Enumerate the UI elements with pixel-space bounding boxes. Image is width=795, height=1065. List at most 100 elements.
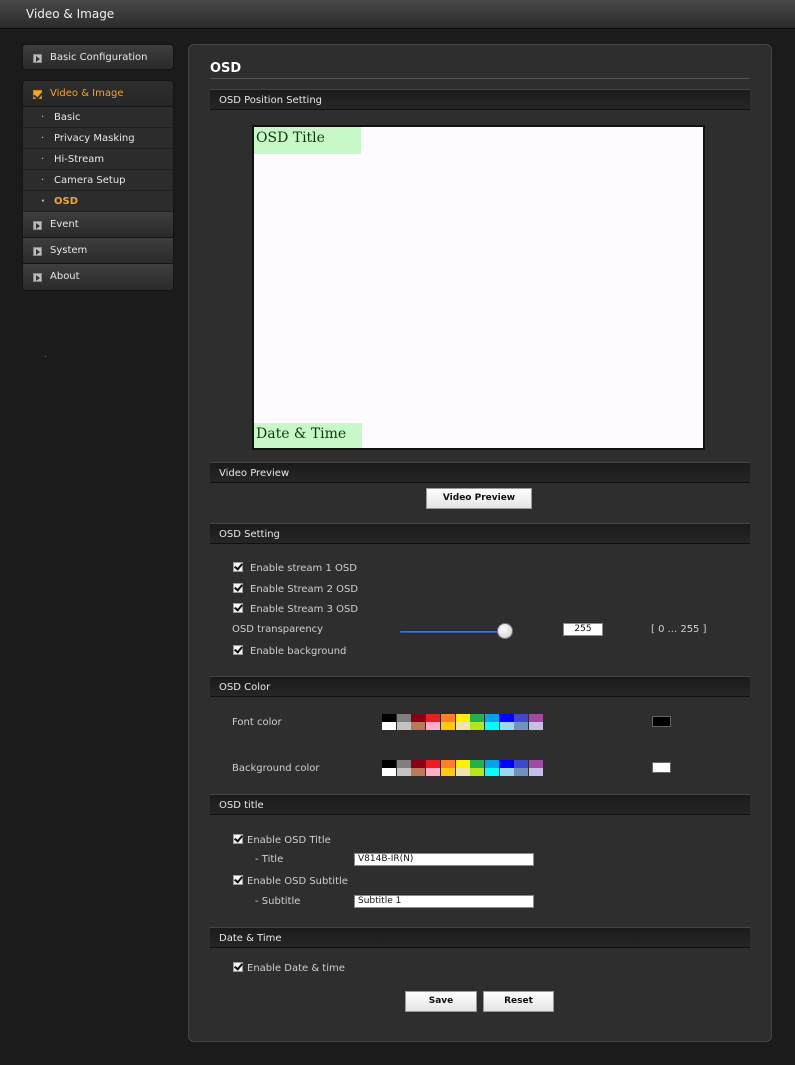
color-swatch[interactable] bbox=[499, 714, 514, 722]
nav-video-image[interactable]: Video & Image bbox=[23, 81, 173, 107]
color-swatch[interactable] bbox=[514, 714, 529, 722]
osd-preview-canvas[interactable]: OSD Title Date & Time bbox=[252, 125, 705, 450]
enable-stream3-checkbox[interactable] bbox=[233, 603, 243, 613]
color-swatch[interactable] bbox=[382, 760, 396, 768]
nav-label: Video & Image bbox=[50, 88, 124, 99]
expand-icon bbox=[33, 247, 42, 256]
color-swatch[interactable] bbox=[514, 760, 529, 768]
enable-date-time-checkbox[interactable] bbox=[233, 962, 243, 972]
color-swatch[interactable] bbox=[440, 768, 455, 776]
sub-item-privacy-masking[interactable]: Privacy Masking bbox=[23, 128, 173, 149]
nav-system[interactable]: System bbox=[23, 238, 173, 264]
color-swatch[interactable] bbox=[529, 760, 543, 768]
color-swatch[interactable] bbox=[484, 714, 499, 722]
color-swatch[interactable] bbox=[411, 714, 426, 722]
enable-osd-subtitle-label: Enable OSD Subtitle bbox=[247, 876, 348, 887]
section-osd-title: OSD title bbox=[210, 794, 750, 815]
page-title: OSD bbox=[210, 61, 242, 76]
transparency-value-input[interactable]: 255 bbox=[563, 623, 603, 636]
save-button[interactable]: Save bbox=[405, 991, 477, 1012]
color-swatch[interactable] bbox=[484, 722, 499, 730]
enable-osd-subtitle-checkbox[interactable] bbox=[233, 875, 243, 885]
color-swatch[interactable] bbox=[396, 768, 411, 776]
color-swatch[interactable] bbox=[499, 722, 514, 730]
enable-osd-title-checkbox[interactable] bbox=[233, 834, 243, 844]
color-swatch[interactable] bbox=[514, 768, 529, 776]
expand-icon bbox=[33, 273, 42, 282]
section-osd-color: OSD Color bbox=[210, 676, 750, 697]
reset-button[interactable]: Reset bbox=[483, 991, 554, 1012]
color-swatch[interactable] bbox=[529, 722, 543, 730]
color-swatch[interactable] bbox=[470, 714, 485, 722]
nav-label: System bbox=[50, 245, 88, 256]
color-swatch[interactable] bbox=[426, 760, 441, 768]
color-swatch[interactable] bbox=[455, 714, 470, 722]
sub-item-hi-stream[interactable]: Hi-Stream bbox=[23, 149, 173, 170]
nav-label: Event bbox=[50, 219, 79, 230]
color-swatch[interactable] bbox=[396, 760, 411, 768]
title-field-label: - Title bbox=[255, 854, 284, 865]
osd-transparency-label: OSD transparency bbox=[232, 624, 324, 635]
color-swatch[interactable] bbox=[382, 722, 396, 730]
enable-osd-title-label: Enable OSD Title bbox=[247, 835, 331, 846]
nav-group: Video & Image Basic Privacy Masking Hi-S… bbox=[22, 80, 174, 291]
color-swatch[interactable] bbox=[499, 760, 514, 768]
nav-about[interactable]: About bbox=[23, 264, 173, 290]
color-swatch[interactable] bbox=[455, 760, 470, 768]
divider bbox=[210, 78, 750, 79]
color-swatch[interactable] bbox=[440, 722, 455, 730]
color-swatch[interactable] bbox=[455, 768, 470, 776]
expand-icon bbox=[33, 221, 42, 230]
color-swatch[interactable] bbox=[411, 768, 426, 776]
color-swatch[interactable] bbox=[529, 714, 543, 722]
color-swatch[interactable] bbox=[440, 760, 455, 768]
color-swatch[interactable] bbox=[499, 768, 514, 776]
enable-background-label: Enable background bbox=[250, 646, 347, 657]
color-swatch[interactable] bbox=[529, 768, 543, 776]
color-swatch[interactable] bbox=[455, 722, 470, 730]
color-swatch[interactable] bbox=[440, 714, 455, 722]
color-swatch[interactable] bbox=[382, 768, 396, 776]
sub-item-camera-setup[interactable]: Camera Setup bbox=[23, 170, 173, 191]
color-swatch[interactable] bbox=[382, 714, 396, 722]
subtitle-input[interactable]: Subtitle 1 bbox=[354, 895, 534, 908]
color-swatch[interactable] bbox=[396, 722, 411, 730]
nav-event[interactable]: Event bbox=[23, 212, 173, 238]
transparency-slider-handle[interactable] bbox=[497, 623, 513, 639]
divider bbox=[45, 356, 46, 357]
color-swatch[interactable] bbox=[470, 768, 485, 776]
section-osd-position: OSD Position Setting bbox=[210, 89, 750, 110]
video-preview-button[interactable]: Video Preview bbox=[426, 488, 532, 509]
expand-icon bbox=[33, 54, 42, 63]
nav-label: Basic Configuration bbox=[50, 52, 148, 63]
checked-box-icon bbox=[33, 90, 42, 99]
font-color-label: Font color bbox=[232, 717, 282, 728]
osd-title-block[interactable]: OSD Title bbox=[254, 127, 361, 154]
nav-label: About bbox=[50, 271, 80, 282]
color-swatch[interactable] bbox=[470, 722, 485, 730]
color-swatch[interactable] bbox=[411, 760, 426, 768]
background-color-palette bbox=[382, 760, 544, 777]
color-swatch[interactable] bbox=[514, 722, 529, 730]
color-swatch[interactable] bbox=[426, 722, 441, 730]
enable-stream2-checkbox[interactable] bbox=[233, 583, 243, 593]
color-swatch[interactable] bbox=[484, 760, 499, 768]
window-title: Video & Image bbox=[26, 7, 115, 21]
font-color-palette bbox=[382, 714, 544, 731]
color-swatch[interactable] bbox=[426, 768, 441, 776]
color-swatch[interactable] bbox=[484, 768, 499, 776]
nav-basic-configuration[interactable]: Basic Configuration bbox=[22, 44, 174, 70]
color-swatch[interactable] bbox=[426, 714, 441, 722]
title-input[interactable]: V814B-IR(N) bbox=[354, 853, 534, 866]
color-swatch[interactable] bbox=[470, 760, 485, 768]
section-video-preview: Video Preview bbox=[210, 462, 750, 483]
enable-background-checkbox[interactable] bbox=[233, 645, 243, 655]
color-swatch[interactable] bbox=[411, 722, 426, 730]
sub-item-basic[interactable]: Basic bbox=[23, 107, 173, 128]
osd-datetime-block[interactable]: Date & Time bbox=[254, 423, 362, 448]
sub-item-osd[interactable]: OSD bbox=[23, 191, 173, 212]
color-swatch[interactable] bbox=[396, 714, 411, 722]
font-color-swatch bbox=[652, 716, 671, 727]
enable-stream1-checkbox[interactable] bbox=[233, 562, 243, 572]
transparency-slider-track[interactable] bbox=[399, 630, 507, 634]
